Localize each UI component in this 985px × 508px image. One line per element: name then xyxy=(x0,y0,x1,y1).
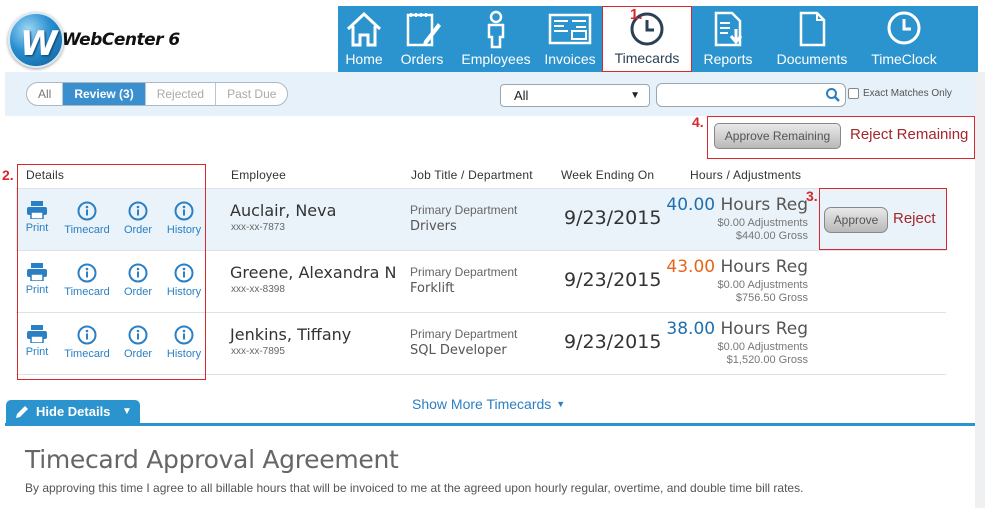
employee-ssn: xxx-xx-7895 xyxy=(231,346,285,357)
hours-value: 40.00 xyxy=(666,195,716,215)
gross: $756.50 Gross xyxy=(735,292,808,304)
exact-matches-checkbox[interactable] xyxy=(848,88,859,99)
filter-rejected[interactable]: Rejected xyxy=(146,83,217,105)
filter-past-due[interactable]: Past Due xyxy=(216,83,287,105)
job-title: Drivers xyxy=(410,219,457,234)
week-ending: 9/23/2015 xyxy=(564,331,662,353)
reject-remaining-link[interactable]: Reject Remaining xyxy=(850,126,968,143)
nav-timeclock[interactable]: TimeClock xyxy=(860,6,948,72)
nav-label-reports: Reports xyxy=(703,51,753,67)
select-value: All xyxy=(514,88,529,103)
filter-bar: All Review (3) Rejected Past Due All ▼ E… xyxy=(5,72,975,116)
nav-documents[interactable]: Documents xyxy=(764,6,860,72)
details-highlight xyxy=(17,164,206,380)
hours-reg: 43.00 Hours Reg xyxy=(666,257,808,277)
hours-reg: 40.00 Hours Reg xyxy=(666,195,808,215)
invoice-icon xyxy=(548,13,592,45)
show-more-label: Show More Timecards xyxy=(412,396,552,412)
adjustments: $0.00 Adjustments xyxy=(717,341,808,353)
chevron-down-icon: ▼ xyxy=(630,90,640,101)
agreement-title: Timecard Approval Agreement xyxy=(25,445,399,474)
department: Primary Department xyxy=(410,265,518,279)
logo-badge: W xyxy=(8,12,64,68)
adjustments: $0.00 Adjustments xyxy=(717,217,808,229)
nav-label-orders: Orders xyxy=(400,51,444,67)
annotation-1: 1. xyxy=(630,6,643,23)
nav-label-invoices: Invoices xyxy=(544,51,596,67)
home-icon xyxy=(346,11,382,47)
nav-label-home: Home xyxy=(345,51,383,67)
exact-matches-option[interactable]: Exact Matches Only xyxy=(848,88,952,99)
annotation-2: 2. xyxy=(2,167,14,183)
job-title: Forklift xyxy=(410,281,455,296)
hours-reg: 38.00 Hours Reg xyxy=(666,319,808,339)
nav-timecards[interactable]: Timecards xyxy=(602,6,692,72)
filter-all[interactable]: All xyxy=(27,83,64,105)
gross: $440.00 Gross xyxy=(735,230,808,242)
caret-down-icon: ▼ xyxy=(122,406,132,417)
notepad-pencil-icon xyxy=(406,13,441,47)
app-header: W WebCenter 6 Home Orders Employees Invo… xyxy=(0,0,985,72)
week-ending: 9/23/2015 xyxy=(564,207,662,229)
webcenter-logo[interactable]: W WebCenter 6 xyxy=(6,8,206,68)
show-more-timecards-link[interactable]: Show More Timecards ▼ xyxy=(412,396,565,412)
hours-unit: Hours Reg xyxy=(720,195,808,215)
page-edge xyxy=(975,72,985,508)
nav-label-timeclock: TimeClock xyxy=(871,51,937,67)
job-title: SQL Developer xyxy=(410,343,507,358)
clock-icon xyxy=(887,11,921,45)
department-select[interactable]: All ▼ xyxy=(500,84,650,107)
annotation-3: 3. xyxy=(806,188,818,204)
caret-down-icon: ▼ xyxy=(556,399,566,409)
header-hours: Hours / Adjustments xyxy=(690,168,802,182)
annotation-4: 4. xyxy=(692,114,704,130)
report-download-icon xyxy=(714,11,743,47)
nav-reports[interactable]: Reports xyxy=(692,6,764,72)
hours-value: 38.00 xyxy=(666,319,716,339)
logo-letter: W xyxy=(20,24,58,64)
header-job: Job Title / Department xyxy=(411,168,533,182)
exact-matches-label: Exact Matches Only xyxy=(863,88,952,99)
document-icon xyxy=(799,11,826,47)
reject-link[interactable]: Reject xyxy=(893,210,936,227)
pencil-icon xyxy=(16,406,28,418)
adjustments: $0.00 Adjustments xyxy=(717,279,808,291)
hours-unit: Hours Reg xyxy=(720,319,808,339)
nav-invoices[interactable]: Invoices xyxy=(538,6,602,72)
hours-value: 43.00 xyxy=(666,257,716,277)
nav-home[interactable]: Home xyxy=(338,6,390,72)
filter-review[interactable]: Review (3) xyxy=(63,83,146,105)
agreement-text: By approving this time I agree to all bi… xyxy=(25,481,804,495)
nav-label-timecards: Timecards xyxy=(614,50,680,66)
employee-ssn: xxx-xx-8398 xyxy=(231,284,285,295)
search-icon[interactable] xyxy=(825,87,841,103)
department: Primary Department xyxy=(410,327,518,341)
week-ending: 9/23/2015 xyxy=(564,269,662,291)
employee-name: Greene, Alexandra N xyxy=(230,263,397,282)
search-input[interactable] xyxy=(656,83,846,107)
approve-button[interactable]: Approve xyxy=(824,207,888,233)
department: Primary Department xyxy=(410,203,518,217)
header-week: Week Ending On xyxy=(561,168,655,182)
employee-ssn: xxx-xx-7873 xyxy=(231,222,285,233)
hide-details-label: Hide Details xyxy=(36,404,111,419)
main-nav: Home Orders Employees Invoices Timecards… xyxy=(338,6,978,72)
employee-name: Jenkins, Tiffany xyxy=(230,325,352,344)
employee-name: Auclair, Neva xyxy=(230,201,337,220)
person-icon xyxy=(487,10,505,49)
hide-details-tab[interactable]: Hide Details ▼ xyxy=(6,400,140,424)
nav-orders[interactable]: Orders xyxy=(390,6,454,72)
app-name: WebCenter 6 xyxy=(62,30,180,50)
nav-employees[interactable]: Employees xyxy=(454,6,538,72)
status-filter: All Review (3) Rejected Past Due xyxy=(26,82,289,106)
nav-label-employees: Employees xyxy=(461,51,531,67)
nav-label-documents: Documents xyxy=(776,51,848,67)
gross: $1,520.00 Gross xyxy=(726,354,808,366)
hours-unit: Hours Reg xyxy=(720,257,808,277)
approve-remaining-button[interactable]: Approve Remaining xyxy=(714,123,841,149)
header-employee: Employee xyxy=(231,168,286,182)
